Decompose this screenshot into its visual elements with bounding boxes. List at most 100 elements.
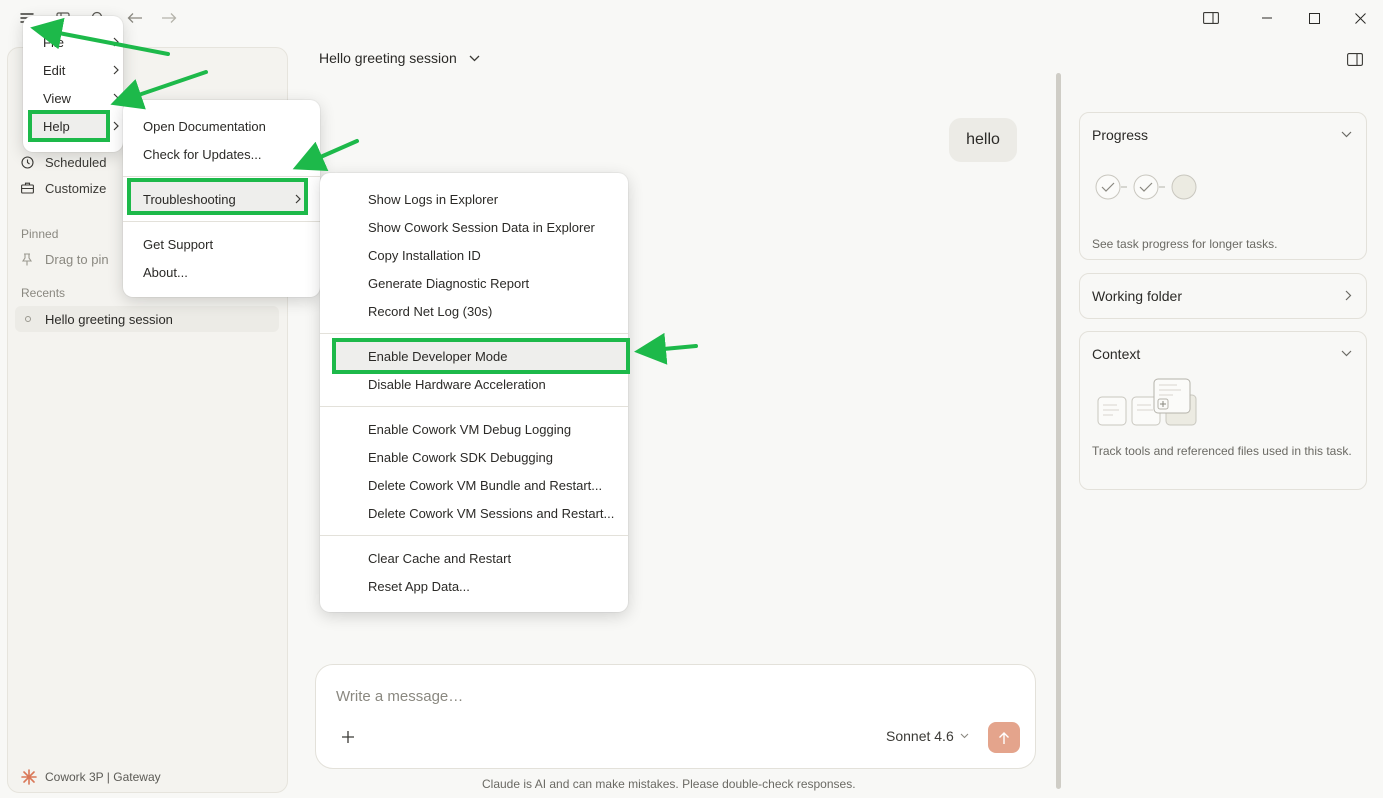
menu-item-sdk-debugging[interactable]: Enable Cowork SDK Debugging	[368, 443, 618, 471]
menu-item-check-updates[interactable]: Check for Updates...	[143, 140, 313, 168]
menu-item-label: Troubleshooting	[143, 191, 236, 207]
context-subtitle: Track tools and referenced files used in…	[1092, 444, 1352, 458]
briefcase-icon	[21, 182, 39, 194]
brand-footer[interactable]: Cowork 3P | Gateway	[21, 769, 161, 785]
title-bar	[0, 0, 1383, 36]
troubleshooting-menu: Show Logs in Explorer Show Cowork Sessio…	[320, 173, 630, 612]
menu-item-label: Record Net Log (30s)	[368, 303, 493, 319]
menu-item-edit[interactable]: Edit	[43, 56, 119, 84]
chevron-right-icon	[113, 121, 119, 131]
menu-divider	[320, 406, 628, 407]
chevron-down-icon[interactable]	[1341, 131, 1352, 138]
menu-item-label: Copy Installation ID	[368, 247, 481, 263]
progress-title: Progress	[1092, 127, 1149, 143]
menu-item-delete-vm-bundle[interactable]: Delete Cowork VM Bundle and Restart...	[368, 471, 618, 499]
menu-item-label: Enable Cowork SDK Debugging	[368, 449, 553, 465]
menu-divider	[123, 221, 320, 222]
sidebar-item-label: Customize	[45, 180, 107, 196]
menu-item-label: Enable Cowork VM Debug Logging	[368, 421, 572, 437]
menu-item-label: View	[43, 90, 71, 106]
arrow-up-icon	[998, 731, 1010, 745]
menu-item-show-session-data[interactable]: Show Cowork Session Data in Explorer	[368, 213, 618, 241]
menu-item-label: Enable Developer Mode	[368, 348, 508, 364]
menu-item-label: Delete Cowork VM Sessions and Restart...	[368, 505, 615, 521]
menu-item-label: Delete Cowork VM Bundle and Restart...	[368, 477, 603, 493]
menu-item-generate-diagnostic[interactable]: Generate Diagnostic Report	[368, 269, 618, 297]
chevron-down-icon[interactable]	[1341, 350, 1352, 357]
menu-item-about[interactable]: About...	[143, 258, 313, 286]
menu-item-label: Clear Cache and Restart	[368, 550, 512, 566]
pinned-placeholder: Drag to pin	[21, 248, 109, 270]
context-title: Context	[1092, 346, 1141, 362]
menu-item-disable-hw-accel[interactable]: Disable Hardware Acceleration	[368, 370, 618, 398]
menu-item-file[interactable]: File	[43, 28, 119, 56]
clock-icon	[21, 155, 39, 169]
message-input[interactable]	[336, 688, 836, 705]
maximize-icon[interactable]	[1296, 4, 1332, 32]
chevron-down-icon	[469, 55, 480, 62]
sidebar-item-label: Scheduled	[45, 154, 107, 170]
menu-item-delete-vm-sessions[interactable]: Delete Cowork VM Sessions and Restart...	[368, 499, 618, 527]
minimize-icon[interactable]	[1249, 4, 1285, 32]
model-label: Sonnet 4.6	[886, 728, 954, 744]
menu-item-show-logs[interactable]: Show Logs in Explorer	[368, 185, 618, 213]
menu-item-troubleshooting[interactable]: Troubleshooting	[143, 185, 301, 213]
list-item[interactable]: Hello greeting session	[15, 306, 279, 332]
menu-item-label: Check for Updates...	[143, 146, 262, 162]
menu-divider	[123, 176, 320, 177]
progress-subtitle: See task progress for longer tasks.	[1092, 237, 1278, 251]
chevron-right-icon	[113, 37, 119, 47]
app-menu: File Edit View Help	[23, 16, 123, 152]
brand-label: Cowork 3P | Gateway	[45, 770, 161, 784]
recents-header: Recents	[21, 286, 66, 300]
menu-item-label: Generate Diagnostic Report	[368, 275, 530, 291]
menu-item-record-net-log[interactable]: Record Net Log (30s)	[368, 297, 618, 325]
progress-steps-icon	[1094, 173, 1214, 201]
menu-divider	[320, 333, 628, 334]
menu-item-view[interactable]: View	[43, 84, 119, 112]
menu-item-open-documentation[interactable]: Open Documentation	[143, 112, 313, 140]
sidebar-item-scheduled[interactable]: Scheduled	[21, 151, 106, 173]
menu-item-enable-developer-mode[interactable]: Enable Developer Mode	[368, 342, 618, 370]
working-folder-card[interactable]: Working folder	[1079, 273, 1367, 319]
chevron-right-icon	[113, 65, 119, 75]
scrollbar[interactable]	[1056, 73, 1061, 789]
session-title[interactable]: Hello greeting session	[319, 50, 480, 66]
menu-item-label: Get Support	[143, 236, 214, 252]
menu-item-label: Help	[43, 118, 70, 134]
chevron-right-icon	[1345, 290, 1352, 301]
menu-item-reset-app-data[interactable]: Reset App Data...	[368, 572, 618, 600]
add-attachment-button[interactable]	[338, 727, 358, 747]
panel-icon[interactable]	[1193, 4, 1229, 32]
pin-icon	[21, 252, 39, 266]
back-arrow-icon[interactable]	[121, 4, 149, 32]
menu-item-label: Edit	[43, 62, 66, 78]
menu-item-get-support[interactable]: Get Support	[143, 230, 313, 258]
menu-item-label: Open Documentation	[143, 118, 266, 134]
send-button[interactable]	[988, 722, 1020, 753]
help-menu: Open Documentation Check for Updates... …	[123, 100, 320, 297]
model-selector[interactable]: Sonnet 4.6	[886, 728, 969, 744]
menu-item-label: Show Cowork Session Data in Explorer	[368, 219, 595, 235]
menu-item-vm-debug-logging[interactable]: Enable Cowork VM Debug Logging	[368, 415, 618, 443]
right-panel-toggle-icon[interactable]	[1347, 53, 1363, 66]
disclaimer: Claude is AI and can make mistakes. Plea…	[482, 777, 856, 791]
recent-item-label: Hello greeting session	[45, 311, 173, 327]
menu-item-copy-installation-id[interactable]: Copy Installation ID	[368, 241, 618, 269]
forward-arrow-icon[interactable]	[155, 4, 183, 32]
menu-item-help[interactable]: Help	[43, 112, 119, 140]
arrow-icon	[634, 332, 698, 365]
menu-item-label: About...	[143, 264, 188, 280]
message-text: hello	[966, 131, 1000, 148]
page-title: Hello greeting session	[319, 50, 457, 66]
close-icon[interactable]	[1342, 4, 1378, 32]
bullet-icon	[25, 316, 31, 322]
menu-item-label: File	[43, 34, 64, 50]
progress-card: Progress See task progress for longer ta…	[1079, 112, 1367, 260]
working-folder-title: Working folder	[1092, 288, 1183, 304]
sparkle-icon	[21, 769, 37, 785]
sidebar-item-customize[interactable]: Customize	[21, 177, 106, 199]
menu-item-clear-cache[interactable]: Clear Cache and Restart	[368, 544, 618, 572]
user-message: hello	[949, 118, 1017, 162]
composer	[315, 664, 1036, 769]
